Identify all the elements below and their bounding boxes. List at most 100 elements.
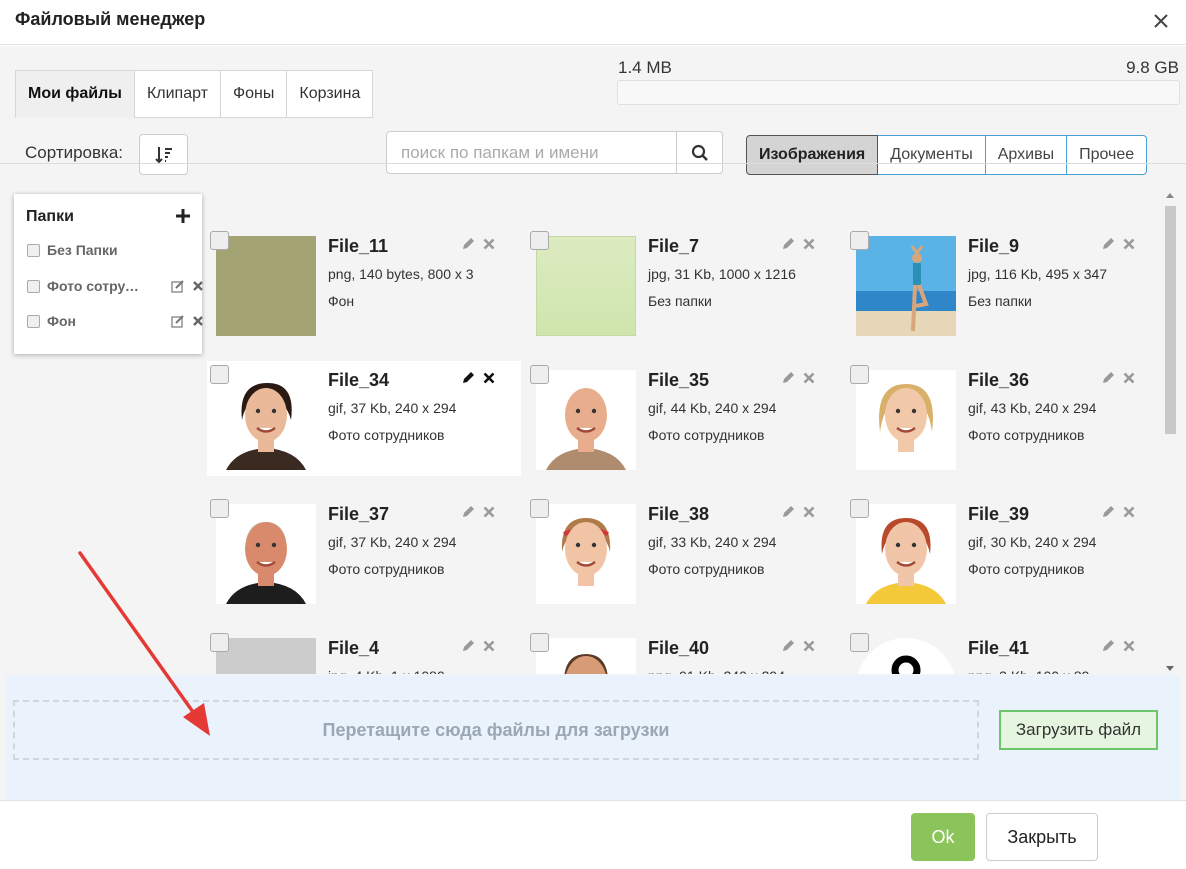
delete-icon[interactable] <box>483 372 495 384</box>
delete-icon[interactable] <box>1123 506 1135 518</box>
folder-item-no-folder[interactable]: Без Папки <box>27 240 197 260</box>
tab-clipart[interactable]: Клипарт <box>133 70 220 118</box>
delete-icon[interactable] <box>483 506 495 518</box>
file-thumbnail[interactable] <box>856 236 956 336</box>
file-checkbox[interactable] <box>530 365 549 384</box>
file-thumbnail[interactable] <box>536 638 636 674</box>
file-thumbnail[interactable] <box>856 370 956 470</box>
folder-item-background[interactable]: Фон <box>27 311 203 331</box>
delete-icon[interactable] <box>483 238 495 250</box>
file-checkbox[interactable] <box>210 365 229 384</box>
folder-checkbox[interactable] <box>27 314 40 328</box>
delete-icon[interactable] <box>803 506 815 518</box>
file-thumbnail[interactable] <box>216 370 316 470</box>
dropzone[interactable]: Перетащите сюда файлы для загрузки <box>13 700 979 760</box>
pencil-icon[interactable] <box>1100 638 1116 654</box>
close-icon[interactable] <box>1150 10 1172 32</box>
file-name: File_41 <box>968 638 1030 658</box>
file-card[interactable]: File_37 gif, 37 Kb, 240 x 294 Фото сотрудн… <box>207 495 521 610</box>
file-thumbnail[interactable] <box>536 370 636 470</box>
scroll-down-icon[interactable] <box>1166 664 1174 672</box>
pencil-icon[interactable] <box>460 236 476 252</box>
delete-icon[interactable] <box>803 372 815 384</box>
delete-folder-icon[interactable] <box>192 280 204 292</box>
file-thumbnail[interactable] <box>536 236 636 336</box>
file-checkbox[interactable] <box>210 499 229 518</box>
filter-documents[interactable]: Документы <box>878 135 986 175</box>
file-checkbox[interactable] <box>530 633 549 652</box>
filter-archives[interactable]: Архивы <box>985 135 1068 175</box>
filter-images[interactable]: Изображения <box>746 135 879 175</box>
close-button[interactable]: Закрыть <box>986 813 1098 861</box>
file-card[interactable]: File_11 png, 140 bytes, 800 x 3 Фон <box>207 227 521 342</box>
pencil-icon[interactable] <box>780 236 796 252</box>
file-checkbox[interactable] <box>850 633 869 652</box>
file-thumbnail[interactable] <box>536 504 636 604</box>
file-card[interactable]: File_4jpg, 4 Kb, 1 x 1080Без папки <box>207 629 521 674</box>
file-checkbox[interactable] <box>210 231 229 250</box>
folder-checkbox[interactable] <box>27 243 40 257</box>
scroll-up-icon[interactable] <box>1166 192 1174 200</box>
file-card[interactable]: File_39 gif, 30 Kb, 240 x 294 Фото сотрудн… <box>847 495 1157 610</box>
tab-trash[interactable]: Корзина <box>286 70 374 118</box>
pencil-icon[interactable] <box>1100 370 1116 386</box>
scrollbar-thumb[interactable] <box>1165 206 1176 434</box>
file-meta: gif, 30 Kb, 240 x 294 <box>968 534 1097 550</box>
search-input[interactable] <box>386 131 677 174</box>
filter-other[interactable]: Прочее <box>1067 135 1148 175</box>
file-checkbox[interactable] <box>850 231 869 250</box>
file-name: File_37 <box>328 504 390 524</box>
pencil-icon[interactable] <box>1100 504 1116 520</box>
file-meta: gif, 37 Kb, 240 x 294 <box>328 400 457 416</box>
file-thumbnail[interactable] <box>216 236 316 336</box>
delete-icon[interactable] <box>803 640 815 652</box>
delete-icon[interactable] <box>1123 238 1135 250</box>
file-meta: jpg, 116 Kb, 495 x 347 <box>968 266 1108 282</box>
file-checkbox[interactable] <box>530 231 549 250</box>
file-thumbnail[interactable] <box>856 638 956 674</box>
file-card[interactable]: File_9 jpg, 116 Kb, 495 x 347 Без папки <box>847 227 1157 342</box>
ok-button[interactable]: Ok <box>911 813 975 861</box>
sort-button[interactable] <box>139 134 188 175</box>
scrollbar[interactable] <box>1163 186 1177 674</box>
delete-icon[interactable] <box>1123 372 1135 384</box>
upload-file-button[interactable]: Загрузить файл <box>999 710 1158 750</box>
delete-folder-icon[interactable] <box>192 315 204 327</box>
pencil-icon[interactable] <box>780 638 796 654</box>
tab-my-files[interactable]: Мои файлы <box>15 70 134 118</box>
file-card[interactable]: File_35 gif, 44 Kb, 240 x 294 Фото сотрудн… <box>527 361 841 476</box>
pencil-icon[interactable] <box>780 504 796 520</box>
file-checkbox[interactable] <box>850 499 869 518</box>
search-button[interactable] <box>677 131 723 174</box>
pencil-icon[interactable] <box>460 638 476 654</box>
file-card[interactable]: File_41png, 3 Kb, 100 x 89Без папки <box>847 629 1157 674</box>
delete-icon[interactable] <box>483 640 495 652</box>
delete-icon[interactable] <box>1123 640 1135 652</box>
file-thumbnail[interactable] <box>216 504 316 604</box>
pencil-icon[interactable] <box>1100 236 1116 252</box>
folder-checkbox[interactable] <box>27 279 40 293</box>
edit-folder-icon[interactable] <box>171 314 185 328</box>
pencil-icon[interactable] <box>780 370 796 386</box>
file-card[interactable]: File_34 gif, 37 Kb, 240 x 294 Фото сотрудн… <box>207 361 521 476</box>
file-thumbnail[interactable] <box>856 504 956 604</box>
file-checkbox[interactable] <box>210 633 229 652</box>
folder-item-staff-photos[interactable]: Фото сотрудников <box>27 276 203 296</box>
file-name: File_35 <box>648 370 710 390</box>
tabs-bar: Мои файлы Клипарт Фоны Корзина <box>15 70 374 118</box>
file-card[interactable]: File_36 gif, 43 Kb, 240 x 294 Фото сотрудн… <box>847 361 1157 476</box>
file-checkbox[interactable] <box>850 365 869 384</box>
file-checkbox[interactable] <box>530 499 549 518</box>
pencil-icon[interactable] <box>460 370 476 386</box>
file-card[interactable]: File_7 jpg, 31 Kb, 1000 x 1216 Без папки <box>527 227 841 342</box>
file-card[interactable]: File_40png, 91 Kb, 240 x 294Фото сотрудн… <box>527 629 841 674</box>
storage-progress-bar <box>617 80 1180 105</box>
file-thumbnail[interactable] <box>216 638 316 674</box>
file-name: File_38 <box>648 504 710 524</box>
tab-backgrounds[interactable]: Фоны <box>219 70 287 118</box>
pencil-icon[interactable] <box>460 504 476 520</box>
edit-folder-icon[interactable] <box>171 279 185 293</box>
add-folder-icon[interactable] <box>175 208 191 224</box>
file-card[interactable]: File_38 gif, 33 Kb, 240 x 294 Фото сотрудн… <box>527 495 841 610</box>
delete-icon[interactable] <box>803 238 815 250</box>
